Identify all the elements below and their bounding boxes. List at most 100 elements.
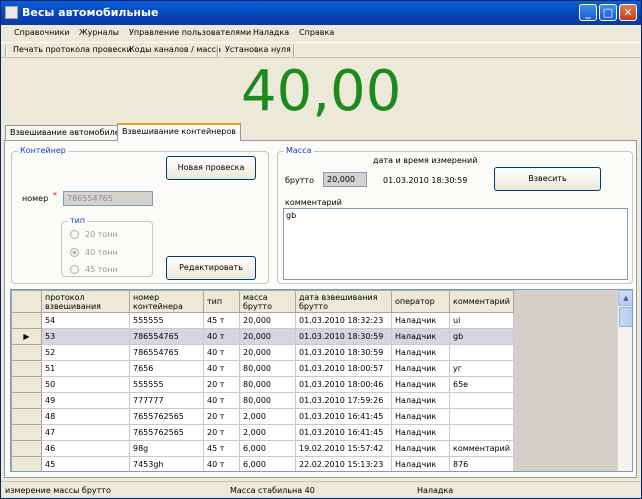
cell-comment[interactable]: уг xyxy=(449,360,514,377)
cell-gross-date[interactable]: 01.03.2010 18:30:59 xyxy=(295,328,392,345)
set-zero-button[interactable]: Установка нуля xyxy=(225,45,291,54)
cell-type[interactable]: 40 т xyxy=(203,344,240,361)
print-protocol-button[interactable]: Печать протокола провески xyxy=(13,45,132,54)
table-row[interactable]: 52 786554765 40 т 20,000 01.03.2010 18:30:59… xyxy=(11,344,514,361)
scroll-up-arrow-icon[interactable]: ▲ xyxy=(618,290,632,306)
cell-gross-mass[interactable]: 2,000 xyxy=(239,408,296,425)
cell-gross-date[interactable]: 01.03.2010 18:32:23 xyxy=(295,312,392,329)
cell-comment[interactable]: ui xyxy=(449,312,514,329)
cell-comment[interactable] xyxy=(449,344,514,361)
col-header-gross-date[interactable]: дата взвешивания брутто xyxy=(295,290,392,313)
row-header[interactable] xyxy=(11,376,42,393)
cell-type[interactable]: 40 т xyxy=(203,392,240,409)
cell-protocol[interactable]: 50 xyxy=(41,376,130,393)
cell-gross-mass[interactable]: 80,000 xyxy=(239,376,296,393)
weigh-button[interactable]: Взвесить xyxy=(494,167,601,191)
table-row[interactable]: 54 555555 45 т 20,000 01.03.2010 18:32:23 Нал… xyxy=(11,312,514,329)
cell-container-number[interactable]: 555555 xyxy=(129,376,204,393)
cell-gross-date[interactable]: 01.03.2010 16:41:45 xyxy=(295,408,392,425)
row-header[interactable] xyxy=(11,456,42,471)
cell-container-number[interactable]: 786554765 xyxy=(129,328,204,345)
cell-container-number[interactable]: 7655762565 xyxy=(129,424,204,441)
cell-gross-date[interactable]: 01.03.2010 16:41:45 xyxy=(295,424,392,441)
cell-protocol[interactable]: 49 xyxy=(41,392,130,409)
close-button[interactable]: ✕ xyxy=(619,4,637,21)
cell-gross-mass[interactable]: 2,000 xyxy=(239,424,296,441)
container-number-field[interactable]: 786554765 xyxy=(63,191,153,206)
table-row[interactable]: 51 7656 40 т 80,000 01.03.2010 18:00:57 Налад… xyxy=(11,360,514,377)
cell-type[interactable]: 40 т xyxy=(203,456,240,471)
cell-gross-mass[interactable]: 20,000 xyxy=(239,312,296,329)
col-header-comment[interactable]: комментарий xyxy=(449,290,514,313)
cell-operator[interactable]: Наладчик xyxy=(391,392,450,409)
maximize-button[interactable]: □ xyxy=(599,4,617,21)
table-row[interactable]: 46 98g 45 т 6,000 19.02.2010 15:57:42 Наладчи… xyxy=(11,440,514,457)
col-header-protocol[interactable]: протокол взвешивания xyxy=(41,290,130,313)
cell-operator[interactable]: Наладчик xyxy=(391,424,450,441)
cell-gross-mass[interactable]: 20,000 xyxy=(239,328,296,345)
cell-type[interactable]: 40 т xyxy=(203,328,240,345)
cell-gross-date[interactable]: 01.03.2010 18:30:59 xyxy=(295,344,392,361)
cell-comment[interactable] xyxy=(449,424,514,441)
new-weighing-button[interactable]: Новая провеска xyxy=(166,156,256,180)
cell-gross-date[interactable]: 01.03.2010 17:59:26 xyxy=(295,392,392,409)
cell-gross-mass[interactable]: 20,000 xyxy=(239,344,296,361)
cell-comment[interactable] xyxy=(449,392,514,409)
cell-container-number[interactable]: 555555 xyxy=(129,312,204,329)
cell-container-number[interactable]: 7656 xyxy=(129,360,204,377)
row-header[interactable] xyxy=(11,392,42,409)
cell-gross-mass[interactable]: 6,000 xyxy=(239,456,296,471)
cell-comment[interactable]: 876 xyxy=(449,456,514,471)
cell-type[interactable]: 45 т xyxy=(203,440,240,457)
menu-journals[interactable]: Журналы xyxy=(79,28,119,37)
channel-codes-button[interactable]: Коды каналов / масса xyxy=(129,45,221,54)
cell-protocol[interactable]: 45 xyxy=(41,456,130,471)
cell-type[interactable]: 45 т xyxy=(203,312,240,329)
cell-comment[interactable]: 65е xyxy=(449,376,514,393)
cell-comment[interactable]: gb xyxy=(449,328,514,345)
cell-protocol[interactable]: 52 xyxy=(41,344,130,361)
cell-type[interactable]: 40 т xyxy=(203,360,240,377)
row-header[interactable] xyxy=(11,312,42,329)
cell-operator[interactable]: Наладчик xyxy=(391,408,450,425)
menu-setup[interactable]: Наладка xyxy=(253,28,289,37)
cell-comment[interactable] xyxy=(449,408,514,425)
cell-container-number[interactable]: 777777 xyxy=(129,392,204,409)
cell-container-number[interactable]: 786554765 xyxy=(129,344,204,361)
cell-gross-date[interactable]: 22.02.2010 15:13:23 xyxy=(295,456,392,471)
cell-protocol[interactable]: 54 xyxy=(41,312,130,329)
cell-container-number[interactable]: 7453gh xyxy=(129,456,204,471)
table-row[interactable]: 47 7655762565 20 т 2,000 01.03.2010 16:41:45… xyxy=(11,424,514,441)
edit-button[interactable]: Редактировать xyxy=(166,256,256,280)
cell-gross-mass[interactable]: 6,000 xyxy=(239,440,296,457)
table-row[interactable]: 49 777777 40 т 80,000 01.03.2010 17:59:26 Нал… xyxy=(11,392,514,409)
tab-container-weighing[interactable]: Взвешивание контейнеров xyxy=(117,123,241,141)
cell-operator[interactable]: Наладчик xyxy=(391,344,450,361)
cell-operator[interactable]: Наладчик xyxy=(391,440,450,457)
comment-field[interactable]: gb xyxy=(283,208,628,280)
cell-operator[interactable]: Наладчик xyxy=(391,312,450,329)
col-header-type[interactable]: тип xyxy=(203,290,240,313)
cell-gross-mass[interactable]: 80,000 xyxy=(239,392,296,409)
cell-comment[interactable]: комментарий xyxy=(449,440,514,457)
col-header-gross-mass[interactable]: масса брутто xyxy=(239,290,296,313)
scroll-thumb[interactable] xyxy=(619,307,632,327)
cell-gross-date[interactable]: 19.02.2010 15:57:42 xyxy=(295,440,392,457)
radio-20t[interactable] xyxy=(70,230,79,239)
cell-gross-mass[interactable]: 80,000 xyxy=(239,360,296,377)
cell-type[interactable]: 20 т xyxy=(203,376,240,393)
table-row[interactable]: 50 555555 20 т 80,000 01.03.2010 18:00:46 Нал… xyxy=(11,376,514,393)
row-header[interactable] xyxy=(11,344,42,361)
col-header-operator[interactable]: оператор xyxy=(391,290,450,313)
menu-directories[interactable]: Справочники xyxy=(14,28,70,37)
cell-operator[interactable]: Наладчик xyxy=(391,456,450,471)
cell-protocol[interactable]: 47 xyxy=(41,424,130,441)
row-header[interactable] xyxy=(11,424,42,441)
title-bar[interactable]: Весы автомобильные _ □ ✕ xyxy=(1,1,641,25)
table-row[interactable]: 48 7655762565 20 т 2,000 01.03.2010 16:41:45… xyxy=(11,408,514,425)
cell-protocol[interactable]: 48 xyxy=(41,408,130,425)
cell-container-number[interactable]: 7655762565 xyxy=(129,408,204,425)
grid-vertical-scrollbar[interactable]: ▲ xyxy=(617,290,632,471)
minimize-button[interactable]: _ xyxy=(579,4,597,21)
cell-type[interactable]: 20 т xyxy=(203,424,240,441)
